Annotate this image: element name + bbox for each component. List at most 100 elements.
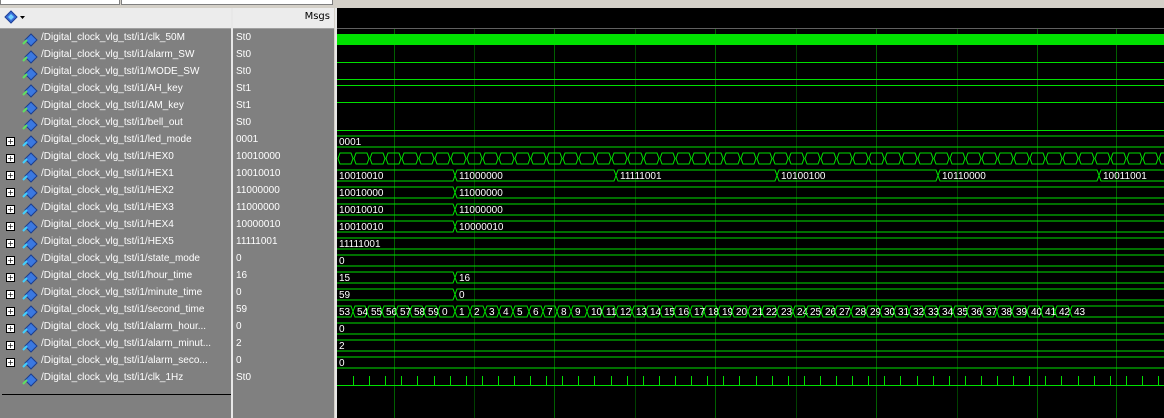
bus-cell	[1045, 152, 1063, 165]
expand-icon[interactable]: +	[6, 239, 15, 248]
waveform-20[interactable]	[337, 376, 1164, 386]
value-row[interactable]: 0001	[233, 133, 334, 150]
signal-row[interactable]: + /Digital_clock_vlg_tst/i1/minute_time	[0, 286, 231, 303]
waveform-8[interactable]: 10010010 11000000 11111001 10100100 10110000…	[337, 169, 1164, 182]
value-row[interactable]: St1	[233, 82, 334, 99]
waveform-16[interactable]: 53 54 55 56 57 58 59 0 1 2 3 4 5 6 7 8 9 10 11 12 13 14 15 16 17…	[337, 305, 1164, 318]
waveform-9[interactable]: 10010000 11000000	[337, 186, 1164, 199]
bus-value-label: 54	[357, 307, 369, 318]
expand-icon[interactable]: +	[6, 188, 15, 197]
bus-segment	[454, 271, 1164, 284]
waveform-15[interactable]: 59 0	[337, 288, 1164, 301]
signal-row[interactable]: + /Digital_clock_vlg_tst/i1/alarm_seco...	[0, 354, 231, 371]
expand-icon[interactable]: +	[6, 256, 15, 265]
signal-row[interactable]: + /Digital_clock_vlg_tst/i1/state_mode	[0, 252, 231, 269]
expand-icon[interactable]: +	[6, 358, 15, 367]
waveform-18[interactable]: 2	[337, 339, 1164, 352]
signal-row[interactable]: /Digital_clock_vlg_tst/i1/AH_key	[0, 82, 231, 99]
value-row[interactable]: 0	[233, 286, 334, 303]
expand-icon[interactable]: +	[6, 154, 15, 163]
signal-row[interactable]: + /Digital_clock_vlg_tst/i1/alarm_hour...	[0, 320, 231, 337]
waveform-11[interactable]: 10010010 10000010	[337, 220, 1164, 233]
value-row[interactable]: 10010010	[233, 167, 334, 184]
bus-cell	[1078, 152, 1095, 165]
bus-value-label: 31	[898, 307, 910, 318]
expand-icon[interactable]: +	[6, 324, 15, 333]
waveform-14[interactable]: 15 16	[337, 271, 1164, 284]
waveform-pane[interactable]: 0001 10010010 11000000 11111001 10100100 1011…	[337, 8, 1164, 418]
bus-value-label: 55	[371, 307, 383, 318]
signal-row[interactable]: /Digital_clock_vlg_tst/i1/AM_key	[0, 99, 231, 116]
signal-row[interactable]: + /Digital_clock_vlg_tst/i1/alarm_minut..…	[0, 337, 231, 354]
signal-row[interactable]: /Digital_clock_vlg_tst/i1/clk_50M	[0, 31, 231, 48]
waveform-0[interactable]	[337, 34, 1164, 45]
value-row[interactable]: St0	[233, 371, 334, 388]
signal-value: 10000010	[236, 219, 281, 230]
signal-row[interactable]: + /Digital_clock_vlg_tst/i1/HEX0	[0, 150, 231, 167]
value-row[interactable]: St0	[233, 48, 334, 65]
top-tab-right[interactable]	[121, 0, 333, 5]
expand-icon[interactable]: +	[6, 205, 15, 214]
value-row[interactable]: St1	[233, 99, 334, 116]
signal-row[interactable]: + /Digital_clock_vlg_tst/i1/led_mode	[0, 133, 231, 150]
bus-cell	[965, 152, 982, 165]
bus-value-label: 19	[722, 307, 734, 318]
expand-icon[interactable]: +	[6, 273, 15, 282]
bus-value-label: 39	[1016, 307, 1028, 318]
expand-icon[interactable]: +	[6, 307, 15, 316]
signal-value: St0	[236, 66, 252, 77]
value-row[interactable]: St0	[233, 65, 334, 82]
waveform-17[interactable]: 0	[337, 322, 1164, 335]
value-row[interactable]: 10000010	[233, 218, 334, 235]
expand-icon[interactable]: +	[6, 137, 15, 146]
signal-icon	[22, 118, 38, 132]
signal-row[interactable]: /Digital_clock_vlg_tst/i1/MODE_SW	[0, 65, 231, 82]
value-row[interactable]: 0	[233, 320, 334, 337]
value-row[interactable]: 10010000	[233, 150, 334, 167]
bus-value-label: 1	[459, 307, 465, 318]
value-row[interactable]: 0	[233, 252, 334, 269]
waveform-canvas[interactable]: 000110010010 11000000 11111001 10100100 1011…	[337, 8, 1164, 418]
wave-menu-icon[interactable]	[3, 10, 27, 25]
waveform-6[interactable]: 0001	[337, 135, 1164, 148]
value-row[interactable]: 11000000	[233, 184, 334, 201]
bus-segment	[454, 203, 1164, 216]
signal-row[interactable]: /Digital_clock_vlg_tst/i1/clk_1Hz	[0, 371, 231, 388]
signal-row[interactable]: /Digital_clock_vlg_tst/i1/bell_out	[0, 116, 231, 133]
waveform-13[interactable]: 0	[337, 254, 1164, 267]
value-row[interactable]: St0	[233, 116, 334, 133]
signal-row[interactable]: + /Digital_clock_vlg_tst/i1/second_time	[0, 303, 231, 320]
waveform-10[interactable]: 10010010 11000000	[337, 203, 1164, 216]
bus-cell	[450, 152, 467, 165]
value-row[interactable]: 11000000	[233, 201, 334, 218]
bus-signal-icon	[22, 203, 38, 217]
expand-icon[interactable]: +	[6, 222, 15, 231]
value-row[interactable]: 59	[233, 303, 334, 320]
signal-row[interactable]: + /Digital_clock_vlg_tst/i1/HEX4	[0, 218, 231, 235]
bus-segment	[454, 186, 1164, 199]
signal-row[interactable]: + /Digital_clock_vlg_tst/i1/hour_time	[0, 269, 231, 286]
value-row[interactable]: 2	[233, 337, 334, 354]
bus-cell	[933, 152, 950, 165]
value-row[interactable]: 16	[233, 269, 334, 286]
waveform-12[interactable]: 11111001	[337, 237, 1164, 250]
value-row[interactable]: 0	[233, 354, 334, 371]
expand-icon[interactable]: +	[6, 341, 15, 350]
signal-row[interactable]: /Digital_clock_vlg_tst/i1/alarm_SW	[0, 48, 231, 65]
bus-value-label: 36	[971, 307, 983, 318]
top-tab-left[interactable]	[0, 0, 120, 5]
value-row[interactable]: 11111001	[233, 235, 334, 252]
expand-icon[interactable]: +	[6, 171, 15, 180]
expand-icon[interactable]: +	[6, 290, 15, 299]
signal-row[interactable]: + /Digital_clock_vlg_tst/i1/HEX2	[0, 184, 231, 201]
signal-row[interactable]: + /Digital_clock_vlg_tst/i1/HEX3	[0, 201, 231, 218]
value-row[interactable]: St0	[233, 31, 334, 48]
signal-value: St0	[236, 49, 252, 60]
signal-icon	[22, 33, 38, 47]
signal-row[interactable]: + /Digital_clock_vlg_tst/i1/HEX1	[0, 167, 231, 184]
waveform-19[interactable]: 0	[337, 356, 1164, 369]
waveform-7[interactable]	[337, 152, 1164, 165]
signal-name: /Digital_clock_vlg_tst/i1/alarm_SW	[41, 49, 195, 60]
signal-row[interactable]: + /Digital_clock_vlg_tst/i1/HEX5	[0, 235, 231, 252]
bus-cell	[1126, 152, 1143, 165]
